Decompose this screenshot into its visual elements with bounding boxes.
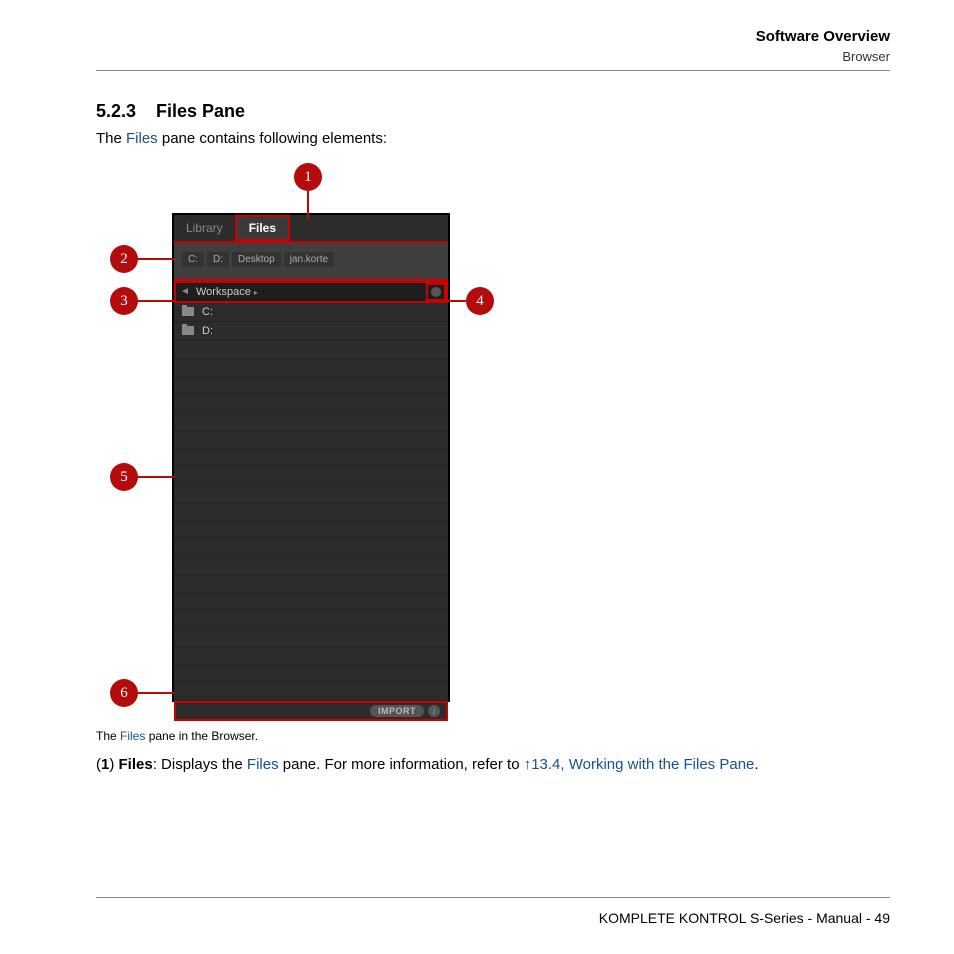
header-chapter: Software Overview xyxy=(96,28,890,45)
file-list: C: D: xyxy=(174,303,448,701)
section-number: 5.2.3 xyxy=(96,101,156,122)
callout-5: 5 xyxy=(110,463,138,491)
favorite-desktop[interactable]: Desktop xyxy=(232,252,281,267)
list-item[interactable]: C: xyxy=(174,303,448,322)
figure-caption: The Files pane in the Browser. xyxy=(96,729,890,743)
callout-2: 2 xyxy=(110,245,138,273)
tab-row: Library Files xyxy=(174,215,448,241)
tab-files[interactable]: Files xyxy=(235,215,290,241)
header-rule xyxy=(96,70,890,71)
callout-6-lead xyxy=(138,692,174,694)
empty-list-area xyxy=(174,341,448,701)
callout-1-lead xyxy=(307,191,309,219)
callout-1: 1 xyxy=(294,163,322,191)
location-path[interactable]: Workspace▸ xyxy=(194,286,424,298)
tab-library[interactable]: Library xyxy=(174,215,235,241)
page-header: Software Overview Browser xyxy=(96,28,890,77)
description-paragraph: (1) Files: Displays the Files pane. For … xyxy=(96,753,890,776)
files-label: Files xyxy=(126,130,158,147)
folder-icon xyxy=(182,326,194,335)
location-bar: ◄ Workspace▸ xyxy=(174,281,448,303)
callout-6: 6 xyxy=(110,679,138,707)
favorite-user[interactable]: jan.korte xyxy=(284,252,334,267)
header-section: Browser xyxy=(96,49,890,64)
nav-back-icon[interactable]: ◄ xyxy=(176,286,194,297)
clock-icon xyxy=(431,287,441,297)
section-title: Files Pane xyxy=(156,101,245,121)
favorite-c[interactable]: C: xyxy=(182,252,204,267)
intro-paragraph: The Files pane contains following elemen… xyxy=(96,128,890,151)
chevron-right-icon: ▸ xyxy=(254,288,258,297)
page-footer: KOMPLETE KONTROL S-Series - Manual - 49 xyxy=(96,889,890,926)
callout-5-lead xyxy=(138,476,174,478)
footer-rule xyxy=(96,897,890,898)
callout-3: 3 xyxy=(110,287,138,315)
figure: 1 2 3 4 5 6 Library Files C:D:Desktopjan… xyxy=(96,163,576,723)
info-icon[interactable]: i xyxy=(428,705,440,717)
callout-4: 4 xyxy=(466,287,494,315)
folder-icon xyxy=(182,307,194,316)
callout-4-lead xyxy=(448,300,466,302)
footer-text: KOMPLETE KONTROL S-Series - Manual - 49 xyxy=(96,910,890,926)
import-button[interactable]: IMPORT xyxy=(370,705,424,717)
callout-3-lead xyxy=(138,300,174,302)
favorite-d[interactable]: D: xyxy=(207,252,229,267)
cross-reference-link[interactable]: ↑13.4, Working with the Files Pane xyxy=(524,756,755,773)
list-item[interactable]: D: xyxy=(174,322,448,341)
control-bar: IMPORT i xyxy=(174,701,448,721)
callout-2-lead xyxy=(138,258,174,260)
favorites-bar: C:D:Desktopjan.korte xyxy=(174,241,448,281)
files-pane-screenshot: Library Files C:D:Desktopjan.korte ◄ Wor… xyxy=(172,213,450,702)
recent-locations-button[interactable] xyxy=(426,283,446,301)
section-heading: 5.2.3Files Pane xyxy=(96,101,890,122)
